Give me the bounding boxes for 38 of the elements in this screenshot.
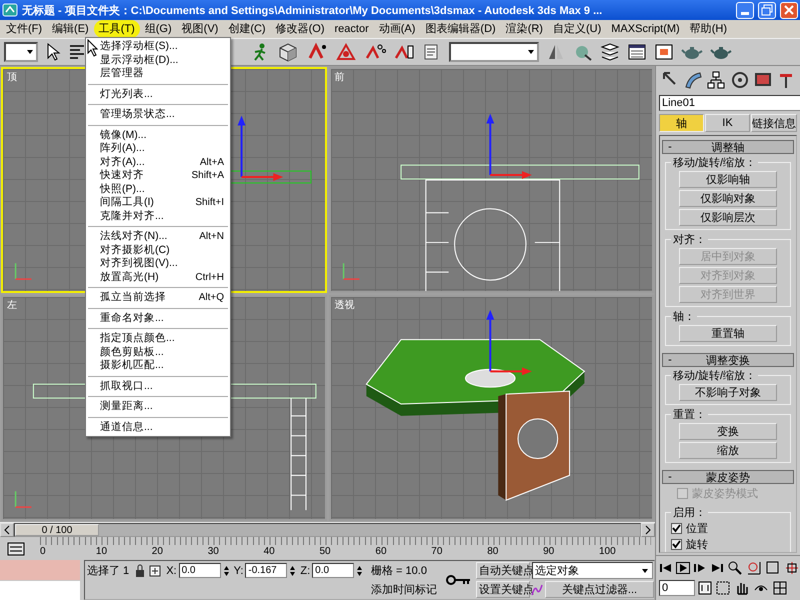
frame-number: 40 [264,546,275,557]
shortcut-label: Alt+N [199,230,224,244]
shortcut-label: Shift+I [195,196,224,210]
frame-number: 10 [96,546,108,557]
collapse-sign: - [667,141,673,153]
frame-number: 0 [40,546,46,557]
group-title: 重置： [672,408,707,422]
axis-label: Z: [300,564,310,576]
rollout-title: 调整变换 [705,354,751,368]
checkbox-label: 旋转 [686,538,708,552]
frame-number: 60 [375,546,387,557]
axis-label: X: [166,564,177,576]
grid-spacing-label: 栅格 = 10.0 [371,564,428,579]
frame-number: 90 [543,546,554,557]
shortcut-label: Shift+A [191,169,224,182]
frame-number: 50 [320,546,331,557]
rollout-title: 调整轴 [710,140,746,154]
frame-number: 100 [599,546,616,557]
collapse-sign: - [667,354,673,366]
window-title: 无标题 - 项目文件夹：C:\Documents and Settings\Administrator\My Documents\3dsmax - Autodesk 3ds Max 9 ... [22,4,604,18]
frame-number: 80 [487,546,498,557]
axis-label: Y: [234,564,244,576]
frame-number: 20 [152,546,163,557]
collapse-sign: - [667,471,673,483]
group-title: 启用： [672,506,707,520]
shortcut-label: Ctrl+H [195,270,224,284]
shortcut-label: Alt+A [200,156,224,169]
frame-number: 70 [431,546,442,557]
checkbox-label: 位置 [686,522,708,536]
group-title: 轴： [672,310,696,324]
shortcut-label: Alt+Q [198,291,224,304]
checkbox-label: 蒙皮姿势模式 [692,486,758,500]
selection-status: 选择了 1 [87,564,130,578]
group-title: 对齐： [672,232,707,247]
group-title: 移动/旋转/缩放： [672,368,758,383]
frame-number: 30 [208,546,219,557]
rollout-title: 蒙皮姿势 [705,470,751,484]
group-title: 移动/旋转/缩放： [672,156,758,170]
